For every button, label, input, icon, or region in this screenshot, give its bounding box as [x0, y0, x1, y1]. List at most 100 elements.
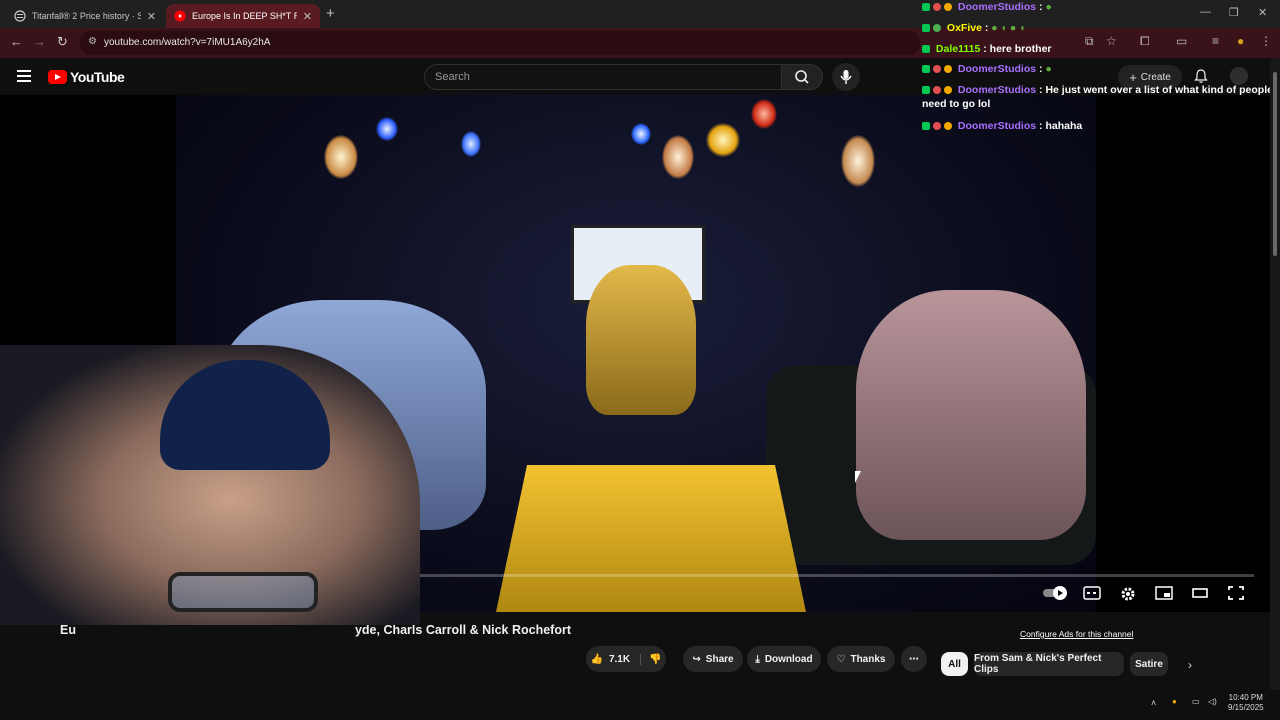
bits-badge-icon	[944, 65, 952, 73]
theater-mode-icon	[1192, 588, 1208, 598]
url-text: youtube.com/watch?v=7iMU1A6y2hA	[104, 37, 271, 48]
chip-satire[interactable]: Satire	[1130, 652, 1168, 676]
voice-search-button[interactable]	[832, 63, 860, 91]
more-actions-button[interactable]: ⋯	[901, 646, 927, 672]
chat-message: DoomerStudios : hahaha	[922, 119, 1276, 133]
thumbs-down-icon[interactable]: 👎	[640, 653, 662, 665]
bits-badge-icon	[944, 122, 952, 130]
thumbs-up-icon[interactable]: 👍	[590, 654, 602, 665]
like-count[interactable]: 7.1K	[609, 654, 630, 665]
download-icon: ⤓	[755, 653, 760, 665]
scrollbar-thumb[interactable]	[1273, 72, 1277, 256]
chat-colon: :	[1039, 84, 1043, 96]
light-bulb	[751, 99, 777, 129]
hamburger-menu-icon[interactable]	[17, 70, 31, 82]
chat-text: here brother	[989, 43, 1052, 55]
sub-badge-icon	[933, 86, 941, 94]
sub-badge-icon	[933, 122, 941, 130]
search-icon	[795, 70, 809, 84]
chat-message: DoomerStudios : He just went over a list…	[922, 83, 1276, 111]
light-bulb	[376, 117, 398, 141]
thanks-label: Thanks	[850, 653, 886, 665]
verified-badge-icon	[933, 24, 941, 32]
chip-from-channel[interactable]: From Sam & Nick's Perfect Clips	[974, 652, 1124, 676]
captions-button[interactable]	[1083, 585, 1101, 601]
clock-time: 10:40 PM	[1228, 693, 1263, 702]
youtube-wordmark: YouTube	[70, 69, 125, 85]
close-tab-icon[interactable]: ✕	[303, 10, 312, 23]
frog-emote-icon: ● ◖ ● ◖	[991, 22, 1026, 34]
miniplayer-icon	[1155, 586, 1173, 600]
frog-emote-icon: ●	[1045, 63, 1052, 75]
thanks-button[interactable]: ♡ Thanks	[827, 646, 895, 672]
chevron-right-icon[interactable]: ›	[1188, 658, 1192, 672]
new-tab-icon[interactable]: +	[326, 5, 335, 22]
person-center	[586, 265, 696, 415]
sub-badge-icon	[933, 65, 941, 73]
steam-icon	[14, 10, 26, 22]
sub-badge-icon	[933, 3, 941, 11]
tab-titanfall[interactable]: Titanfall® 2 Price history · Stea ✕	[6, 4, 164, 28]
chat-message: OxFive : ● ◖ ● ◖	[922, 21, 1276, 35]
mod-badge-icon	[922, 86, 930, 94]
light-bulb	[631, 123, 651, 145]
more-horizontal-icon: ⋯	[909, 653, 919, 665]
download-button[interactable]: ⤓ Download	[747, 646, 821, 672]
theater-mode-button[interactable]	[1191, 585, 1209, 601]
light-bulb	[662, 135, 694, 179]
light-bulb	[706, 123, 740, 157]
tab-youtube-video[interactable]: Europe Is In DEEP SH*T Right N ✕	[166, 4, 320, 28]
clock-date: 9/15/2025	[1228, 703, 1264, 713]
share-button[interactable]: ↪ Share	[683, 646, 743, 672]
speaker-icon[interactable]: ◁)	[1208, 697, 1217, 706]
share-label: Share	[705, 653, 734, 665]
network-icon[interactable]: ▭	[1192, 697, 1200, 706]
person-right	[856, 290, 1086, 540]
streamer-glasses	[168, 572, 318, 612]
light-bulb	[324, 135, 358, 179]
chevron-up-icon[interactable]: ˄	[1151, 698, 1156, 708]
miniplayer-button[interactable]	[1155, 585, 1173, 601]
chat-text: hahaha	[1045, 120, 1083, 132]
page-scrollbar[interactable]	[1270, 58, 1280, 690]
autoplay-toggle[interactable]	[1042, 585, 1070, 601]
chat-username: Dale1115	[935, 43, 981, 55]
thanks-icon: ♡	[836, 653, 846, 665]
gear-icon	[1121, 587, 1135, 601]
tab-label: Europe Is In DEEP SH*T Right N	[192, 11, 297, 21]
forward-icon[interactable]: →	[33, 34, 46, 49]
chat-username: OxFive	[946, 22, 982, 34]
chat-username: DoomerStudios	[957, 120, 1037, 132]
fullscreen-button[interactable]	[1227, 585, 1245, 601]
video-title: Eu yde, Charls Carroll & Nick Rochefort	[60, 623, 571, 637]
chat-colon: :	[983, 43, 987, 55]
chat-colon: :	[1039, 120, 1043, 132]
search-input[interactable]: Search	[424, 64, 782, 90]
microphone-tray-icon[interactable]: ●	[1172, 697, 1177, 706]
close-tab-icon[interactable]: ✕	[147, 10, 156, 23]
address-bar[interactable]: ⚙ youtube.com/watch?v=7iMU1A6y2hA	[80, 31, 920, 55]
youtube-logo[interactable]: YouTube	[48, 69, 125, 85]
back-icon[interactable]: ←	[10, 34, 23, 49]
chat-colon: :	[1039, 63, 1043, 75]
settings-button[interactable]	[1119, 585, 1137, 601]
share-icon: ↪	[692, 653, 701, 665]
chat-username: DoomerStudios	[957, 63, 1037, 75]
microphone-icon	[840, 70, 852, 84]
reload-icon[interactable]: ↻	[57, 34, 68, 50]
chat-username: DoomerStudios	[957, 1, 1037, 13]
chat-colon: :	[1039, 1, 1043, 13]
clock[interactable]: 10:40 PM 9/15/2025	[1228, 693, 1264, 714]
chat-username: DoomerStudios	[957, 84, 1037, 96]
autoplay-toggle-icon	[1043, 586, 1067, 600]
search-button[interactable]	[781, 64, 823, 90]
video-title-end: yde, Charls Carroll & Nick Rochefort	[354, 623, 571, 637]
configure-ads-link[interactable]: Configure Ads for this channel	[1020, 629, 1133, 639]
site-info-icon[interactable]: ⚙	[88, 36, 97, 47]
bits-badge-icon	[944, 3, 952, 11]
chip-all[interactable]: All	[941, 652, 968, 676]
system-tray: ˄ ● ▭ ◁) 10:40 PM 9/15/2025	[1140, 690, 1280, 720]
tab-label: Titanfall® 2 Price history · Stea	[32, 11, 141, 21]
frog-emote-icon: ●	[1045, 1, 1052, 13]
mod-badge-icon	[922, 45, 930, 53]
